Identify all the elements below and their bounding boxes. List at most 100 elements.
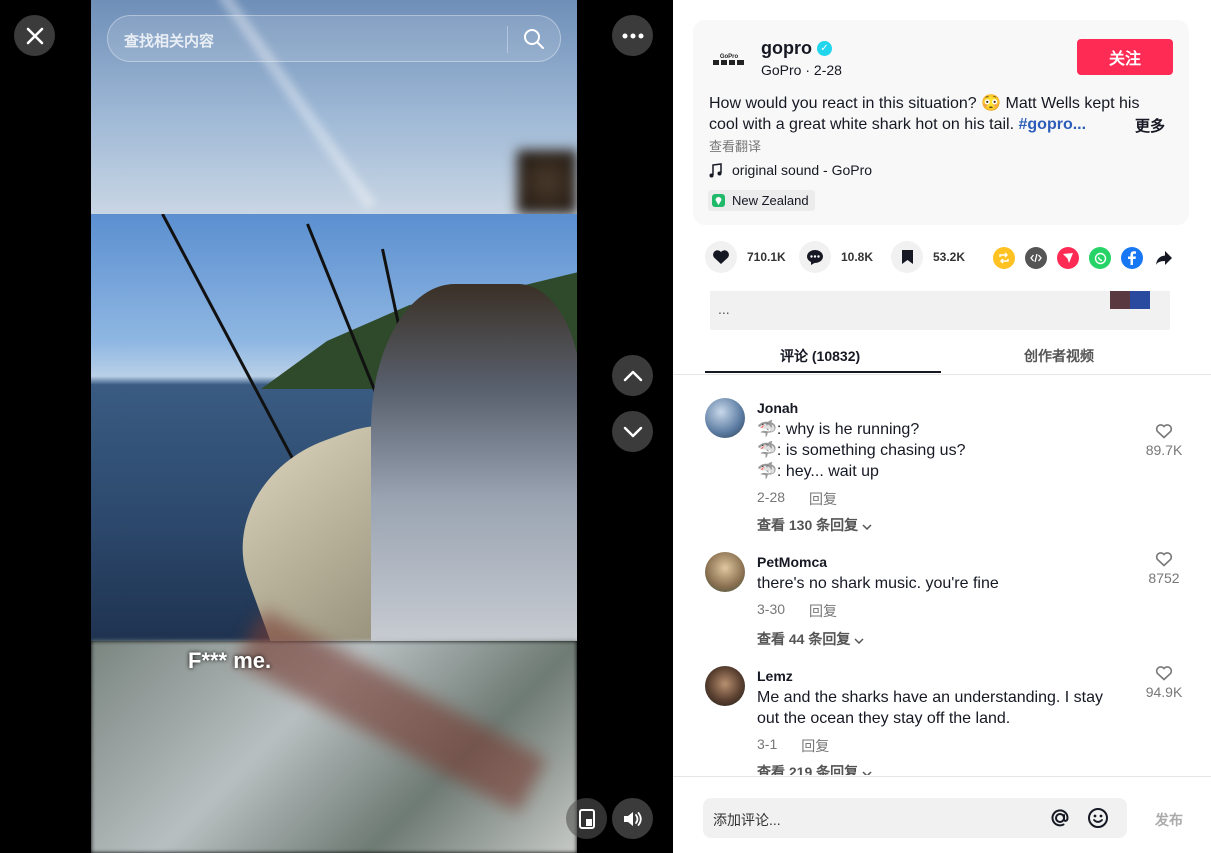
reply-button[interactable]: 回复 [809,489,837,509]
svg-text:GoPro: GoPro [720,54,739,60]
location-label: New Zealand [732,193,809,208]
heart-outline-icon [1155,666,1173,681]
more-icon [622,33,643,38]
comment-line: there's no shark music. you're fine [757,575,999,592]
tab-comments[interactable]: 评论 (10832) [780,346,860,366]
comment-list: Jonah 🦈: why is he running? 🦈: is someth… [673,375,1211,775]
close-icon [26,27,43,44]
reply-button[interactable]: 回复 [809,601,837,621]
comment-line: 🦈: why is he running? [757,421,920,438]
location-tag[interactable]: New Zealand [708,190,815,211]
tab-creator-videos[interactable]: 创作者视频 [1024,346,1094,366]
active-tab-indicator [705,371,941,373]
avatar[interactable] [705,666,745,706]
heart-outline-icon [1155,424,1173,439]
video-main-scene [91,214,577,641]
heart-icon [705,241,737,273]
repost-icon[interactable] [993,247,1015,269]
close-button[interactable] [14,15,55,56]
comment-text: there's no shark music. you're fine [757,573,1127,594]
view-replies-button[interactable]: 查看 219 条回复 [757,762,872,775]
heart-outline-icon [1155,552,1173,567]
author-username[interactable]: gopro [761,38,812,59]
sound-label: original sound - GoPro [732,162,873,178]
chevron-down-icon [854,638,864,645]
hashtag-link[interactable]: #gopro... [1019,116,1087,133]
save-button[interactable]: 53.2K [891,241,965,273]
comment-button[interactable]: 10.8K [799,241,873,273]
avatar[interactable] [705,398,745,438]
video-caption: F*** me. [188,648,272,673]
search-input[interactable]: 查找相关内容 [107,15,561,62]
comment-author[interactable]: Jonah [757,400,798,416]
comment-like-button[interactable]: 89.7K [1141,423,1187,458]
comment-like-button[interactable]: 8752 [1141,551,1187,586]
comment-text: 🦈: why is he running? 🦈: is something ch… [757,419,1127,482]
follow-button[interactable]: 关注 [1077,39,1173,75]
chevron-down-icon [862,771,872,775]
previous-video-button[interactable] [612,355,653,396]
location-pin-icon [712,194,725,207]
floating-player-button[interactable] [566,798,607,839]
comment-placeholder: 添加评论... [713,812,781,828]
video-frame[interactable] [91,0,577,853]
emoji-icon[interactable] [1087,807,1109,834]
comment-count: 10.8K [841,250,874,264]
whatsapp-icon[interactable] [1089,247,1111,269]
comment-line: 🦈: hey... wait up [757,463,879,480]
music-note-icon [709,162,722,177]
video-player: F*** me. 查找相关内容 [0,0,673,853]
facebook-icon[interactable] [1121,247,1143,269]
post-comment-button[interactable]: 发布 [1155,810,1183,830]
view-replies-button[interactable]: 查看 44 条回复 [757,629,864,649]
reply-button[interactable]: 回复 [801,736,829,756]
embed-icon[interactable] [1025,247,1047,269]
pip-icon [578,808,595,829]
comment-meta: 3-1 回复 [757,736,829,756]
author-subline: GoPro · 2-28 [761,62,842,78]
link-preview-box[interactable]: ... [710,291,1170,330]
comment-line: 🦈: is something chasing us? [757,442,966,459]
verified-badge-icon: ✓ [817,41,832,56]
tab-bar: 评论 (10832) 创作者视频 [705,340,1179,374]
avatar[interactable] [705,552,745,592]
comment-author[interactable]: PetMomca [757,554,827,570]
volume-button[interactable] [612,798,653,839]
like-count: 710.1K [747,250,786,264]
chevron-down-icon [623,426,642,437]
send-icon[interactable] [1057,247,1079,269]
save-count: 53.2K [933,250,966,264]
chevron-down-icon [862,524,872,531]
mention-icon[interactable] [1049,807,1071,834]
video-blur-bottom [91,609,577,853]
comment-text: Me and the sharks have an understanding.… [757,687,1127,729]
comment-date: 3-30 [757,601,786,617]
comment-line: Me and the sharks have an understanding.… [757,689,1103,727]
search-placeholder: 查找相关内容 [124,33,215,50]
view-replies-button[interactable]: 查看 130 条回复 [757,515,872,535]
gopro-logo[interactable]: GoPro [709,44,749,74]
like-button[interactable]: 710.1K [705,241,786,273]
comment-date: 2-28 [757,489,786,505]
more-button[interactable]: 更多 [1135,115,1165,136]
comment-date: 3-1 [757,736,778,752]
share-arrow-icon[interactable] [1153,247,1175,269]
bookmark-icon [891,241,923,273]
comment-meta: 2-28 回复 [757,489,837,509]
comment-like-button[interactable]: 94.9K [1141,665,1187,700]
link-dots: ... [718,301,730,317]
volume-icon [623,811,642,826]
link-thumbnail [1110,291,1150,309]
search-icon[interactable] [522,27,546,56]
comment-author[interactable]: Lemz [757,668,793,684]
comment-like-count: 89.7K [1145,442,1183,458]
comment-like-count: 94.9K [1145,684,1183,700]
more-options-button[interactable] [612,15,653,56]
comment-icon [799,241,831,273]
next-video-button[interactable] [612,411,653,452]
post-description: How would you react in this situation? 😳… [709,93,1169,135]
sound-link[interactable]: original sound - GoPro [709,162,872,178]
translate-link[interactable]: 查看翻译 [709,136,761,155]
comment-input[interactable]: 添加评论... [703,798,1127,838]
detail-panel: GoPro gopro ✓ GoPro · 2-28 关注 How would … [673,0,1211,853]
